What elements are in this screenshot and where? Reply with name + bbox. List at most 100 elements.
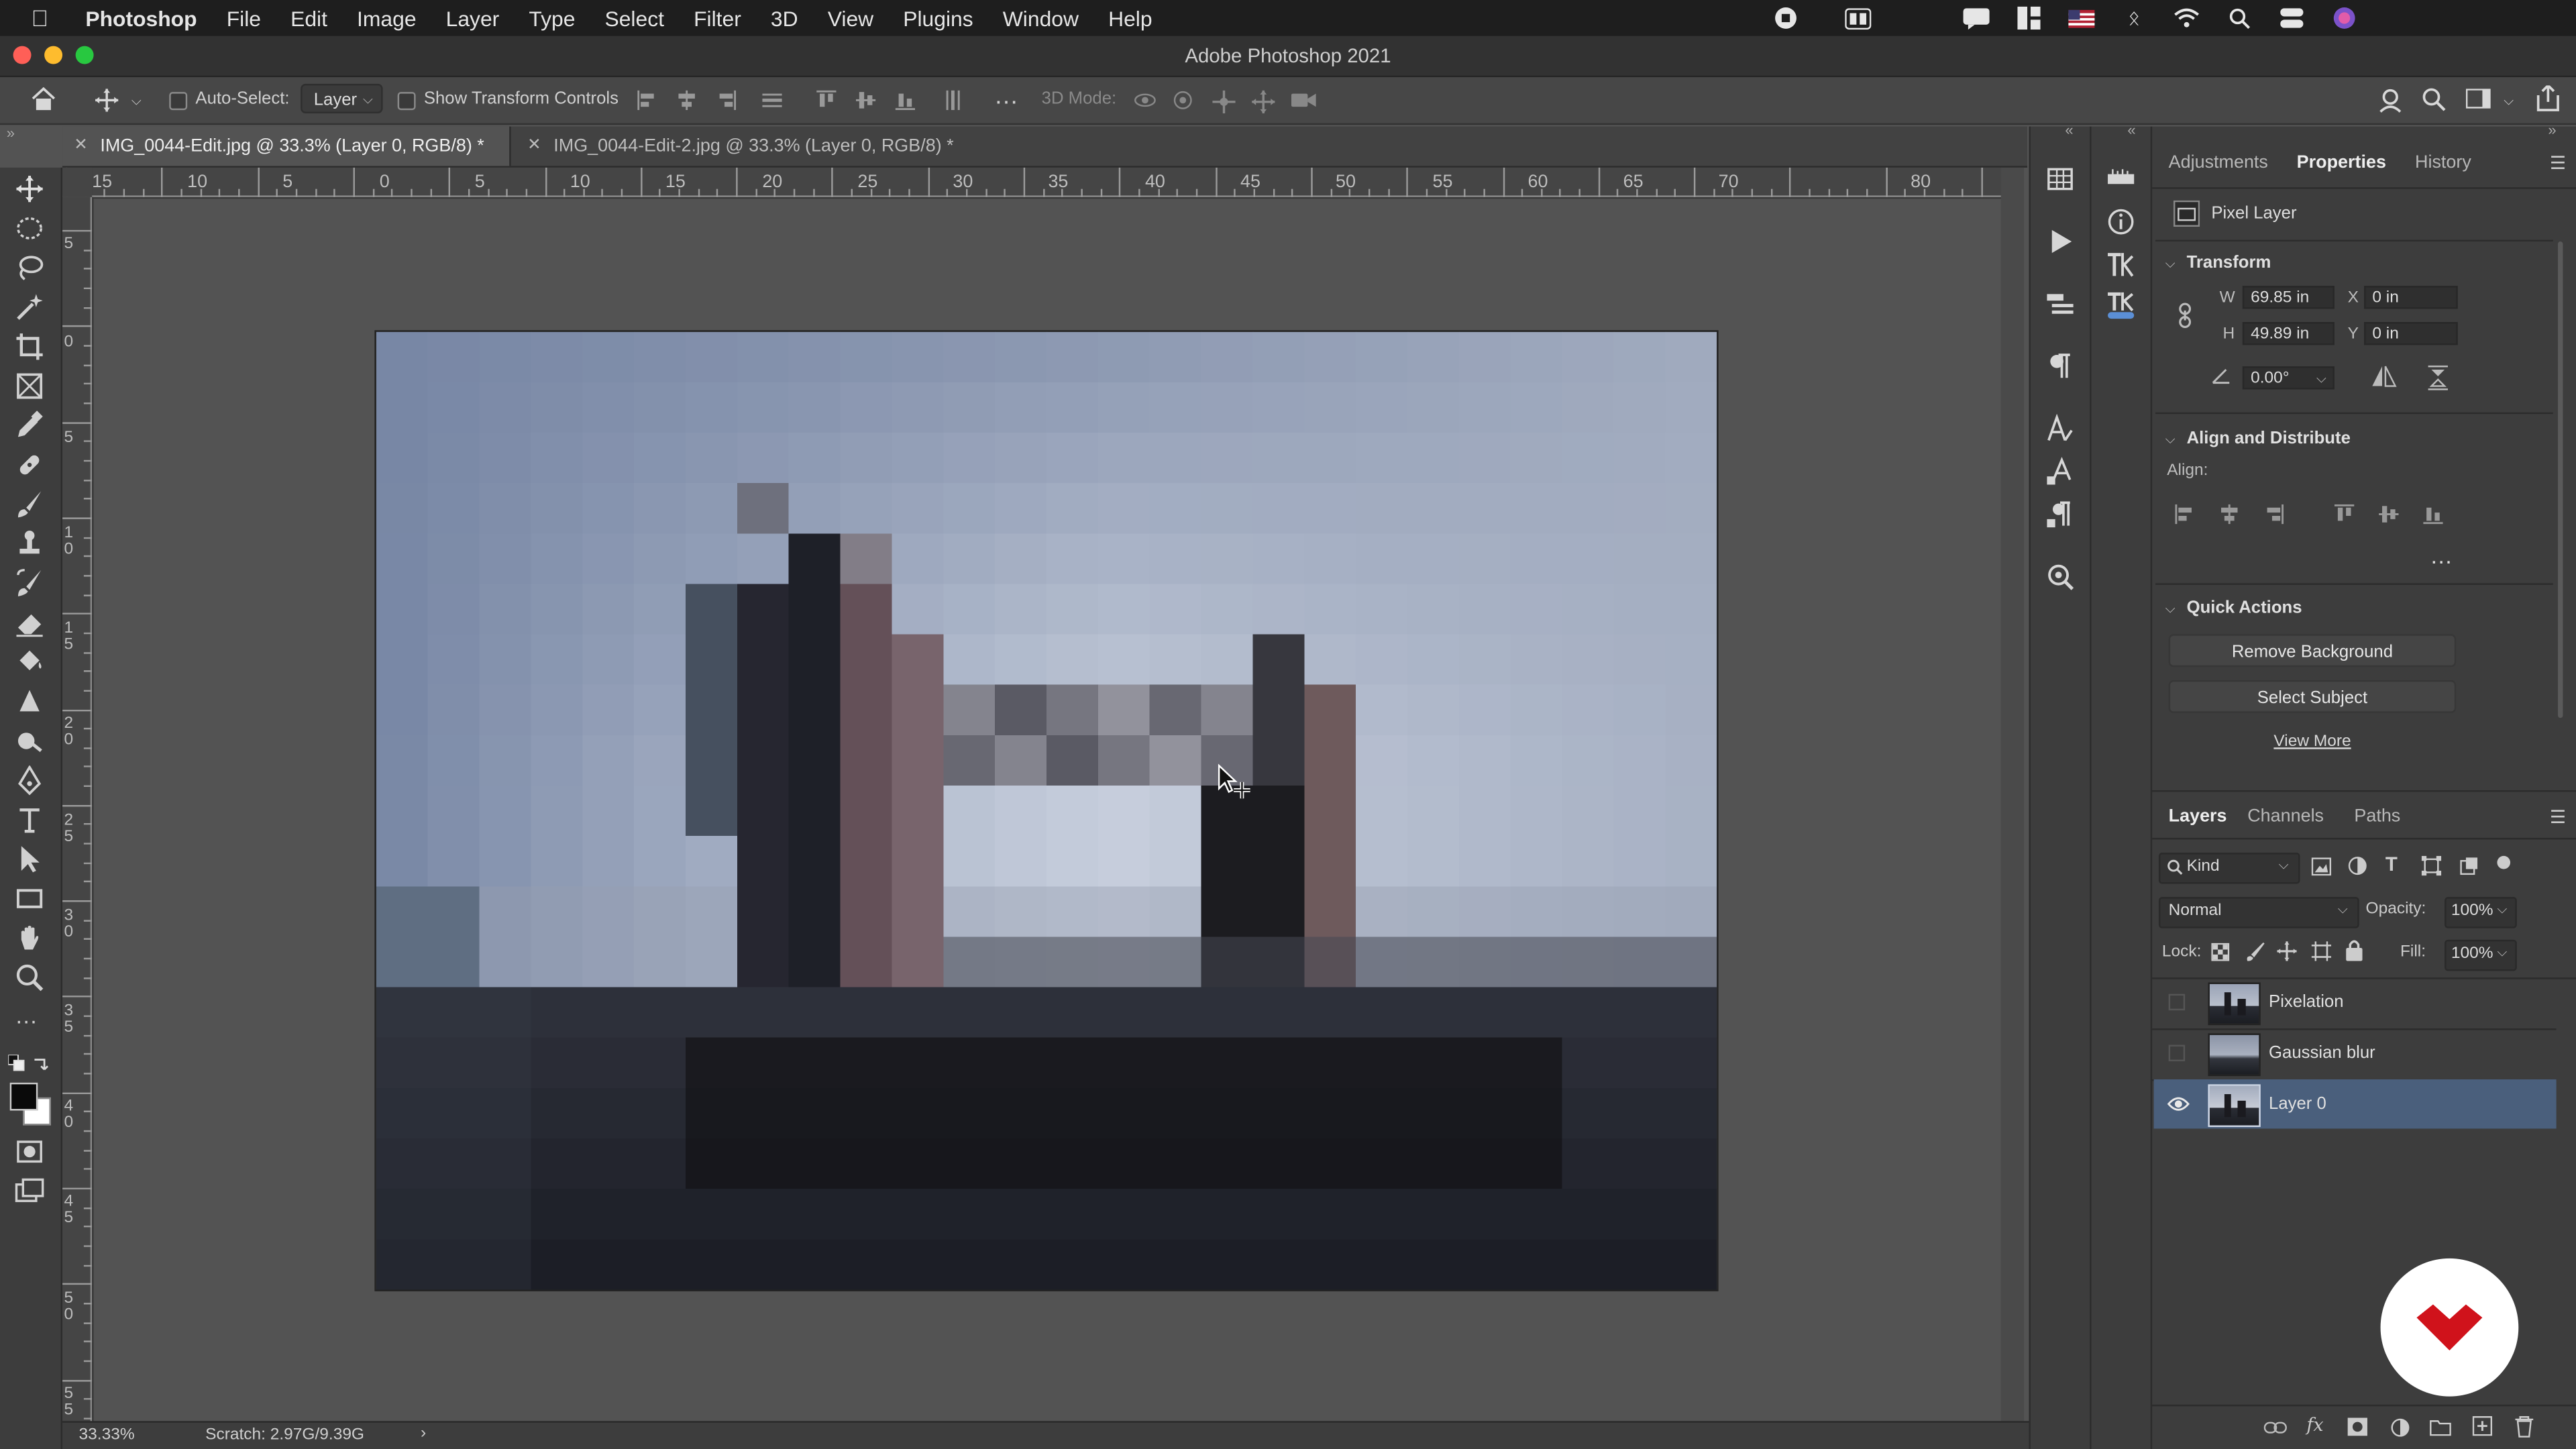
spotlight-search-icon[interactable] [2226,7,2252,30]
align-horizontal-centers-icon[interactable] [2220,504,2239,525]
auto-select-dropdown[interactable]: Layer ⌵ [301,83,383,113]
align-bottom-edges-icon[interactable] [2423,504,2443,525]
quick-actions-header[interactable]: Quick Actions [2187,598,2302,617]
search-icon[interactable] [2422,87,2447,112]
lock-artboard-icon[interactable] [2311,941,2332,961]
menu-3d[interactable]: 3D [771,6,798,31]
collapse-strip-icon[interactable]: « [2065,121,2073,138]
flip-horizontal-icon[interactable] [2371,365,2397,388]
menu-image[interactable]: Image [357,6,417,31]
tab-properties[interactable]: Properties [2297,153,2386,172]
lock-all-icon[interactable] [2346,940,2363,961]
y-field[interactable]: 0 in [2364,322,2458,345]
auto-select-checkbox[interactable] [169,92,188,111]
eraser-tool-icon[interactable] [15,608,44,637]
wifi-icon[interactable] [2174,7,2200,30]
tk-plugin-active-icon[interactable] [2106,290,2136,320]
menu-file[interactable]: File [227,6,261,31]
layer-row-gaussian-blur[interactable]: Gaussian blur [2154,1028,2557,1077]
paragraph-icon[interactable] [2045,352,2075,381]
filter-toggle-icon[interactable] [2496,854,2512,870]
filter-smart-object-icon[interactable] [2459,856,2479,875]
properties-scrollbar[interactable] [2558,241,2563,718]
zoom-tool-icon[interactable] [15,963,44,992]
distribute-v-icon[interactable] [943,90,963,111]
pen-tool-icon[interactable] [15,765,44,796]
tab-img-0044-edit[interactable]: ✕ IMG_0044-Edit.jpg @ 33.3% (Layer 0, RG… [62,126,511,166]
panel-menu-icon[interactable]: ☰ [2550,153,2566,174]
move-tool-icon[interactable] [15,174,44,204]
chevron-down-icon[interactable]: ⌵ [2165,256,2176,272]
notification-icon[interactable] [1963,7,1990,30]
measurement-icon[interactable] [2106,162,2136,192]
tk-plugin-icon[interactable] [2106,250,2136,279]
control-center-icon[interactable] [2279,7,2305,30]
discover-icon[interactable] [2045,562,2075,592]
marquee-tool-icon[interactable] [15,213,44,243]
home-icon[interactable] [32,87,56,112]
visibility-toggle-off[interactable] [2168,994,2186,1011]
new-layer-icon[interactable] [2472,1416,2493,1436]
default-colors-icon[interactable] [8,1055,25,1071]
visibility-toggle-off[interactable] [2168,1044,2186,1062]
view-more-link[interactable]: View More [2273,733,2351,751]
menu-layer[interactable]: Layer [446,6,500,31]
eye-icon[interactable] [2167,1095,2190,1112]
layer-style-icon[interactable]: fx [2306,1415,2323,1436]
filter-pixel-icon[interactable] [2311,857,2332,876]
menu-filter[interactable]: Filter [694,6,741,31]
align-left-edges-icon[interactable] [2175,504,2194,525]
vertical-scrollbar[interactable] [2000,167,2025,1423]
layer-row-pixelation[interactable]: Pixelation [2154,977,2557,1026]
chevron-down-icon[interactable]: ⌵ [2165,601,2176,617]
libraries-icon[interactable] [2045,164,2075,194]
add-mask-icon[interactable] [2347,1417,2367,1436]
menu-type[interactable]: Type [529,6,575,31]
align-right-edges-icon[interactable] [2264,504,2284,525]
crop-tool-icon[interactable] [15,332,44,362]
collapse-panel-icon[interactable]: » [2548,121,2556,138]
collapse-strip-icon[interactable]: « [2127,121,2135,138]
bluetooth-icon[interactable]: ᛟ [2121,7,2147,30]
delete-layer-icon[interactable] [2515,1416,2534,1438]
link-icon[interactable] [2177,303,2193,329]
align-right-icon[interactable] [716,90,737,111]
lock-image-icon[interactable] [2246,941,2265,961]
align-bottom-icon[interactable] [895,91,916,111]
show-transform-checkbox[interactable] [397,92,416,111]
paragraph-styles-icon[interactable] [2045,499,2075,529]
clone-stamp-tool-icon[interactable] [15,529,44,559]
workspace-icon[interactable] [2465,89,2492,110]
paint-bucket-tool-icon[interactable] [15,647,44,677]
status-menu-chevron-icon[interactable]: › [421,1424,426,1442]
align-left-icon[interactable] [637,90,657,111]
group-folder-icon[interactable] [2430,1417,2451,1436]
tab-img-0044-edit-2[interactable]: ✕ IMG_0044-Edit-2.jpg @ 33.3% (Layer 0, … [516,127,992,166]
3d-camera-icon[interactable] [1291,91,1316,110]
flip-vertical-icon[interactable] [2426,365,2449,391]
character-icon[interactable] [2045,414,2075,443]
menu-app-name[interactable]: Photoshop [85,6,197,31]
chevron-down-icon[interactable]: ⌵ [2165,432,2176,448]
share-icon[interactable] [2536,83,2559,111]
distribute-h-icon[interactable] [762,91,782,110]
quick-mask-icon[interactable] [15,1137,44,1167]
type-tool-icon[interactable] [15,805,44,835]
eyedropper-tool-icon[interactable] [15,411,44,440]
tab-history[interactable]: History [2415,153,2471,172]
layers-menu-icon[interactable]: ☰ [2550,806,2566,828]
apple-icon[interactable]:  [32,7,54,30]
blend-mode-dropdown[interactable]: Normal ⌵ [2158,897,2359,928]
lock-position-icon[interactable] [2277,941,2297,961]
swap-colors-icon[interactable] [33,1055,49,1071]
link-layers-icon[interactable] [2263,1419,2287,1436]
align-top-icon[interactable] [816,90,837,110]
opacity-field[interactable]: 100% ⌵ [2445,897,2517,928]
3d-slide-icon[interactable] [1252,90,1275,113]
menu-plugins[interactable]: Plugins [903,6,973,31]
zoom-level[interactable]: 33.33% [79,1426,135,1444]
hand-tool-icon[interactable] [15,923,44,953]
history-brush-tool-icon[interactable] [15,568,44,598]
tool-preset-caret-icon[interactable]: ⌵ [131,94,142,110]
healing-brush-tool-icon[interactable] [15,450,44,480]
